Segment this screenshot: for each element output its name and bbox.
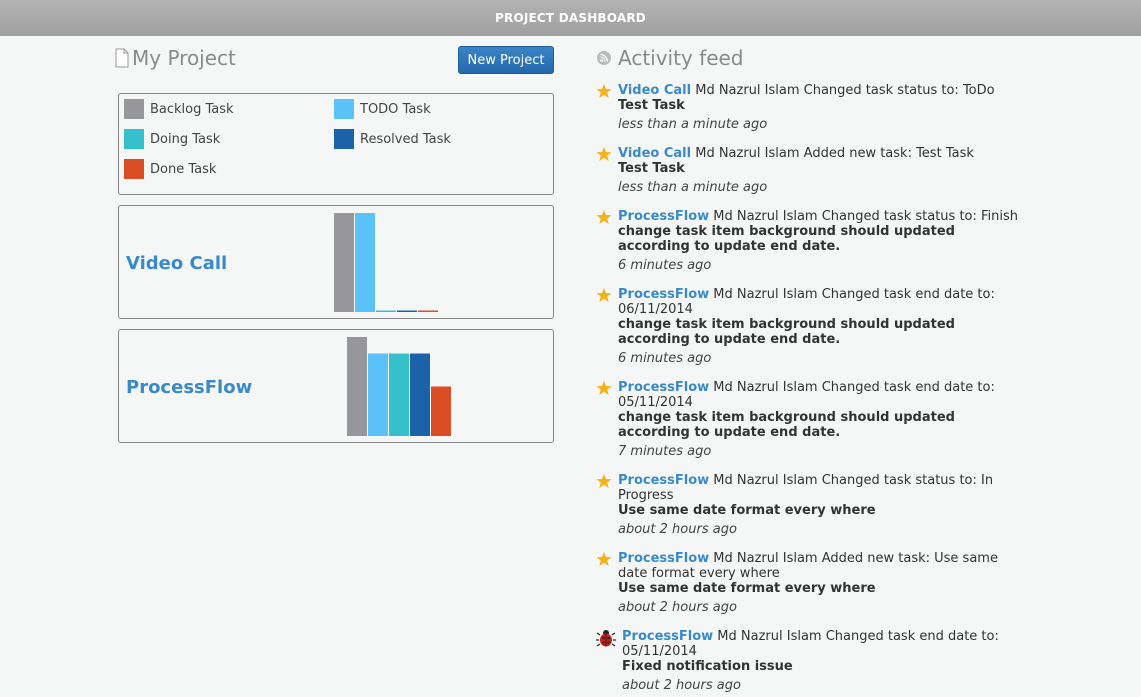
activity-feed-title: Activity feed: [618, 46, 744, 70]
bar-doing-task: [389, 353, 409, 436]
top-bar: PROJECT DASHBOARD: [0, 0, 1141, 36]
legend-item-done: Done Task: [124, 159, 216, 179]
legend-swatch: [124, 129, 144, 149]
feed-timestamp: 7 minutes ago: [618, 444, 712, 459]
project-bar-chart: [334, 213, 438, 312]
bar-backlog-task: [347, 337, 367, 436]
page-title: PROJECT DASHBOARD: [495, 11, 646, 25]
document-icon: [115, 48, 129, 68]
legend-swatch: [124, 159, 144, 179]
feed-timestamp: about 2 hours ago: [618, 522, 737, 537]
legend-swatch: [334, 129, 354, 149]
bar-todo-task: [368, 353, 388, 436]
project-bar-chart: [347, 337, 451, 436]
star-icon: [596, 288, 612, 302]
feed-project-link[interactable]: ProcessFlow: [618, 380, 709, 395]
legend: Backlog Task TODO Task Doing Task Resolv…: [118, 93, 554, 195]
activity-feed-panel: Activity feed Video Call Md Nazrul Islam…: [596, 44, 1036, 693]
feed-timestamp: 6 minutes ago: [618, 351, 712, 366]
bar-backlog-task: [334, 213, 354, 312]
feed-project-link[interactable]: Video Call: [618, 146, 691, 161]
project-card-video-call[interactable]: Video Call: [118, 205, 554, 319]
star-icon: [596, 381, 612, 395]
legend-item-todo: TODO Task: [334, 99, 431, 119]
legend-item-backlog: Backlog Task: [124, 99, 234, 119]
bar-done-task: [418, 310, 438, 312]
star-icon: [596, 210, 612, 224]
bar-doing-task: [376, 310, 396, 312]
legend-label: TODO Task: [360, 101, 431, 117]
feed-action: Md Nazrul Islam Added new task: Test Tas…: [691, 146, 974, 161]
legend-item-resolved: Resolved Task: [334, 129, 451, 149]
legend-label: Doing Task: [150, 131, 221, 147]
bar-todo-task: [355, 213, 375, 312]
star-icon: [596, 552, 612, 566]
feed-task-title: change task item background should updat…: [618, 410, 955, 440]
bar-done-task: [431, 386, 451, 436]
bug-icon: [596, 630, 616, 647]
my-project-panel: My Project New Project Backlog Task TODO…: [115, 44, 554, 443]
feed-task-title: change task item background should updat…: [618, 224, 955, 254]
feed-timestamp: about 2 hours ago: [622, 678, 741, 693]
project-card-processflow[interactable]: ProcessFlow: [118, 329, 554, 443]
bar-resolved-task: [397, 310, 417, 312]
new-project-button[interactable]: New Project: [458, 46, 554, 74]
feed-text: ProcessFlow Md Nazrul Islam Added new ta…: [618, 551, 1018, 615]
feed-task-title: Use same date format every where: [618, 503, 876, 518]
feed-task-title: Use same date format every where: [618, 581, 876, 596]
feed-project-link[interactable]: ProcessFlow: [618, 209, 709, 224]
feed-task-title: Fixed notification issue: [622, 659, 793, 674]
star-icon: [596, 147, 612, 161]
feed-text: Video Call Md Nazrul Islam Changed task …: [618, 83, 1018, 132]
legend-label: Backlog Task: [150, 101, 234, 117]
feed-text: ProcessFlow Md Nazrul Islam Changed task…: [618, 209, 1018, 273]
feed-task-title: Test Task: [618, 98, 685, 113]
feed-project-link[interactable]: ProcessFlow: [618, 473, 709, 488]
feed-task-title: Test Task: [618, 161, 685, 176]
feed-timestamp: less than a minute ago: [618, 180, 768, 195]
feed-text: ProcessFlow Md Nazrul Islam Changed task…: [618, 287, 1018, 366]
legend-swatch: [334, 99, 354, 119]
feed-project-link[interactable]: ProcessFlow: [618, 551, 709, 566]
feed-project-link[interactable]: Video Call: [618, 83, 691, 98]
feed-project-link[interactable]: ProcessFlow: [618, 287, 709, 302]
bar-resolved-task: [410, 353, 430, 436]
feed-action: Md Nazrul Islam Changed task status to: …: [709, 209, 1019, 224]
feed-action: Md Nazrul Islam Changed task status to: …: [691, 83, 995, 98]
legend-label: Done Task: [150, 161, 217, 177]
feed-text: ProcessFlow Md Nazrul Islam Changed task…: [622, 629, 1022, 693]
feed-timestamp: 6 minutes ago: [618, 258, 712, 273]
feed-project-link[interactable]: ProcessFlow: [622, 629, 713, 644]
feed-text: ProcessFlow Md Nazrul Islam Changed task…: [618, 380, 1018, 459]
legend-swatch: [124, 99, 144, 119]
feed-text: ProcessFlow Md Nazrul Islam Changed task…: [618, 473, 1018, 537]
my-project-title: My Project: [132, 46, 236, 70]
activity-feed-heading: Activity feed: [596, 44, 1036, 72]
feed-timestamp: less than a minute ago: [618, 117, 768, 132]
feed-timestamp: about 2 hours ago: [618, 600, 737, 615]
feed-task-title: change task item background should updat…: [618, 317, 955, 347]
star-icon: [596, 84, 612, 98]
legend-label: Resolved Task: [360, 131, 451, 147]
feed-icon: [597, 51, 611, 65]
legend-item-doing: Doing Task: [124, 129, 220, 149]
feed-text: Video Call Md Nazrul Islam Added new tas…: [618, 146, 1018, 195]
star-icon: [596, 474, 612, 488]
